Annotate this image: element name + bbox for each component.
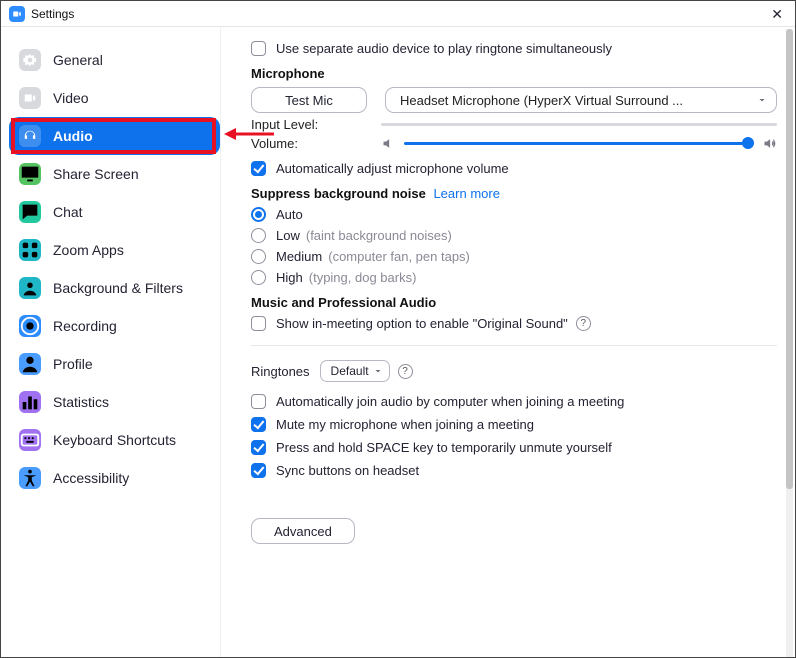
sidebar-item-label: Audio [53,128,93,144]
heading-microphone: Microphone [251,66,777,81]
sidebar: General Video Audio Share Screen Chat Zo… [1,27,221,657]
gear-icon [19,49,41,71]
mic-device-dropdown[interactable]: Headset Microphone (HyperX Virtual Surro… [385,87,777,113]
speaker-high-icon [762,136,777,151]
ringtones-label: Ringtones [251,364,310,379]
content-panel: Use separate audio device to play ringto… [221,27,795,657]
label-auto: Auto [276,207,303,222]
titlebar: Settings ✕ [1,1,795,27]
volume-label: Volume: [251,136,381,151]
sidebar-item-accessibility[interactable]: Accessibility [9,459,220,497]
advanced-button[interactable]: Advanced [251,518,355,544]
label-separate-device: Use separate audio device to play ringto… [276,41,612,56]
scrollbar-thumb[interactable] [786,29,793,489]
heading-suppress: Suppress background noise Learn more [251,186,777,201]
checkbox-auto-join[interactable] [251,394,266,409]
accessibility-icon [19,467,41,489]
sidebar-item-profile[interactable]: Profile [9,345,220,383]
sidebar-item-share-screen[interactable]: Share Screen [9,155,220,193]
sidebar-item-video[interactable]: Video [9,79,220,117]
radio-auto[interactable] [251,207,266,222]
volume-slider[interactable] [404,142,754,145]
sidebar-item-label: Background & Filters [53,280,183,296]
help-icon[interactable]: ? [398,364,413,379]
sidebar-item-general[interactable]: General [9,41,220,79]
test-mic-button[interactable]: Test Mic [251,87,367,113]
keyboard-icon [19,429,41,451]
sidebar-item-chat[interactable]: Chat [9,193,220,231]
hint-high: (typing, dog barks) [309,270,417,285]
ringtones-select[interactable]: Default [320,360,390,382]
sidebar-item-background[interactable]: Background & Filters [9,269,220,307]
sidebar-item-zoom-apps[interactable]: Zoom Apps [9,231,220,269]
app-icon [9,6,25,22]
input-level-label: Input Level: [251,117,381,132]
sidebar-item-label: Video [53,90,89,106]
radio-medium[interactable] [251,249,266,264]
label-sync-headset: Sync buttons on headset [276,463,419,478]
label-mute-join: Mute my microphone when joining a meetin… [276,417,534,432]
divider [251,345,777,346]
close-icon[interactable]: ✕ [767,5,787,23]
label-low: Low [276,228,300,243]
sidebar-item-label: Statistics [53,394,109,410]
label-original-sound: Show in-meeting option to enable "Origin… [276,316,568,331]
input-level-meter [381,123,777,126]
checkbox-original-sound[interactable] [251,316,266,331]
hint-medium: (computer fan, pen taps) [328,249,470,264]
sidebar-item-label: Recording [53,318,117,334]
learn-more-link[interactable]: Learn more [433,186,499,201]
mic-device-value: Headset Microphone (HyperX Virtual Surro… [400,93,683,108]
volume-thumb[interactable] [742,137,754,149]
statistics-icon [19,391,41,413]
radio-low[interactable] [251,228,266,243]
checkbox-mute-join[interactable] [251,417,266,432]
chat-icon [19,201,41,223]
label-auto-adjust: Automatically adjust microphone volume [276,161,509,176]
chevron-down-icon [756,94,768,109]
sidebar-item-keyboard[interactable]: Keyboard Shortcuts [9,421,220,459]
camera-icon [19,87,41,109]
label-high: High [276,270,303,285]
speaker-low-icon [381,136,396,151]
sidebar-item-statistics[interactable]: Statistics [9,383,220,421]
checkbox-auto-adjust[interactable] [251,161,266,176]
share-screen-icon [19,163,41,185]
sidebar-item-label: Share Screen [53,166,139,182]
sidebar-item-label: Accessibility [53,470,129,486]
headphones-icon [19,125,41,147]
label-medium: Medium [276,249,322,264]
sidebar-item-label: Chat [53,204,83,220]
sidebar-item-label: Profile [53,356,93,372]
ringtones-value: Default [331,364,369,378]
label-space-unmute: Press and hold SPACE key to temporarily … [276,440,612,455]
checkbox-space-unmute[interactable] [251,440,266,455]
sidebar-item-recording[interactable]: Recording [9,307,220,345]
checkbox-separate-device[interactable] [251,41,266,56]
recording-icon [19,315,41,337]
apps-icon [19,239,41,261]
sidebar-item-label: Keyboard Shortcuts [53,432,176,448]
radio-high[interactable] [251,270,266,285]
heading-music: Music and Professional Audio [251,295,777,310]
profile-icon [19,353,41,375]
window-title: Settings [31,7,74,21]
chevron-down-icon [372,365,384,380]
checkbox-sync-headset[interactable] [251,463,266,478]
hint-low: (faint background noises) [306,228,452,243]
background-icon [19,277,41,299]
label-auto-join: Automatically join audio by computer whe… [276,394,624,409]
help-icon[interactable]: ? [576,316,591,331]
sidebar-item-audio[interactable]: Audio [9,117,220,155]
sidebar-item-label: Zoom Apps [53,242,124,258]
sidebar-item-label: General [53,52,103,68]
